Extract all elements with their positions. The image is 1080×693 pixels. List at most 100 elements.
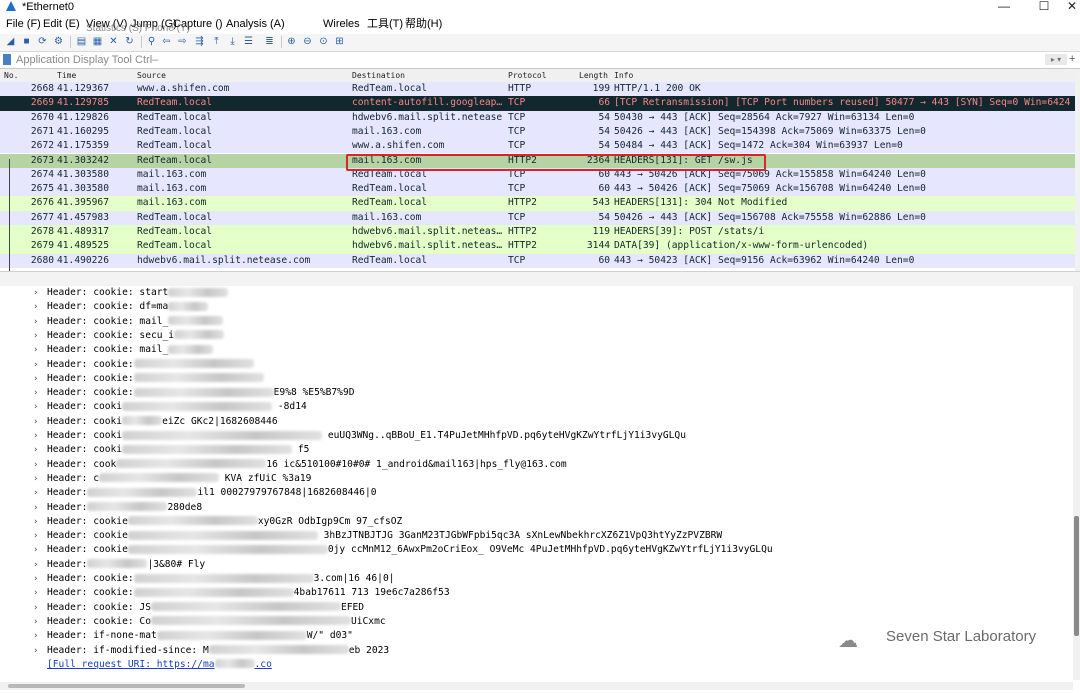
detail-vertical-scrollbar[interactable] [1073, 286, 1080, 680]
packet-row[interactable]: 2678 41.489317 RedTeam.local hdwebv6.mail.s… [0, 225, 1075, 240]
expand-arrow-icon[interactable]: › [33, 543, 38, 557]
reload-file-icon[interactable]: ↻ [124, 36, 135, 47]
column-info[interactable]: Info [614, 70, 633, 81]
packet-cell-dst: RedTeam.local [352, 197, 428, 209]
resize-columns-icon[interactable]: ⊞ [334, 36, 345, 47]
detail-horizontal-scrollbar[interactable] [0, 682, 1073, 690]
menu-wireless[interactable]: Wireles [323, 17, 360, 31]
expand-arrow-icon[interactable]: › [33, 629, 38, 643]
expand-arrow-icon[interactable]: › [33, 286, 38, 300]
column-destination[interactable]: Destination [352, 70, 405, 81]
expand-arrow-icon[interactable]: › [33, 558, 38, 572]
display-filter-input[interactable] [14, 53, 1042, 66]
expand-arrow-icon[interactable]: › [33, 400, 38, 414]
expand-arrow-icon[interactable]: › [33, 601, 38, 615]
packet-row[interactable]: 2671 41.160295 RedTeam.local mail.163.com TC… [0, 124, 1075, 140]
packet-cell-dst: hdwebv6.mail.split.neteas… [352, 226, 502, 237]
expand-arrow-icon[interactable]: › [33, 501, 38, 515]
column-no[interactable]: No. [4, 70, 18, 81]
column-source[interactable]: Source [137, 70, 166, 81]
expand-arrow-icon[interactable]: › [33, 343, 38, 357]
expand-arrow-icon[interactable]: › [33, 358, 38, 372]
maximize-button[interactable]: ☐ [1030, 0, 1058, 13]
expand-arrow-icon[interactable]: › [33, 529, 38, 543]
expand-arrow-icon[interactable]: › [33, 644, 38, 658]
expand-arrow-icon[interactable]: › [33, 386, 38, 400]
open-file-icon[interactable]: ▤ [76, 36, 87, 47]
restart-capture-icon[interactable]: ⟳ [37, 36, 48, 47]
column-length[interactable]: Length [579, 70, 608, 81]
packet-row[interactable]: 2668 41.129367 www.a.shifen.com RedTeam.loc… [0, 82, 1075, 97]
packet-row[interactable]: 2680 41.490226 hdwebv6.mail.split.netease.… [0, 253, 1075, 268]
go-to-packet-icon[interactable]: ⇶ [194, 36, 205, 47]
zoom-in-icon[interactable]: ⊕ [286, 36, 297, 47]
minimize-button[interactable]: — [990, 0, 1018, 13]
column-time[interactable]: Time [57, 70, 76, 81]
save-file-icon[interactable]: ▦ [92, 36, 103, 47]
menu-edit[interactable]: Edit (E) [43, 17, 80, 31]
menu-help[interactable]: 帮助(H) [405, 17, 442, 31]
last-packet-icon[interactable]: ⤓ [227, 36, 238, 47]
packet-cell-len: 3144 [586, 240, 610, 252]
normal-size-icon[interactable]: ⊙ [318, 36, 329, 47]
header-text-start: Header: cooki [47, 401, 123, 413]
start-capture-icon[interactable]: ◢ [5, 36, 16, 47]
expand-arrow-icon[interactable]: › [33, 443, 38, 457]
packet-cell-src: RedTeam.local [137, 125, 213, 137]
full-request-uri-link[interactable]: [Full request URI: https://ma .co [47, 658, 272, 672]
packet-row[interactable]: 2675 41.303580 mail.163.com RedTeam.local TC… [0, 182, 1075, 197]
redacted-blur [168, 301, 209, 311]
find-packet-icon[interactable]: ⚲ [146, 36, 157, 47]
stop-capture-icon[interactable]: ■ [21, 36, 32, 47]
expand-arrow-icon[interactable]: › [33, 429, 38, 443]
packet-cell-info: 443 → 50426 [ACK] Seq=75069 Ack=156708 W… [614, 183, 926, 195]
packet-row[interactable]: 2676 41.395967 mail.163.com RedTeam.local HT… [0, 196, 1075, 211]
go-forward-icon[interactable]: ⇨ [177, 36, 188, 47]
menu-file[interactable]: File (F) [6, 17, 41, 31]
column-protocol[interactable]: Protocol [508, 70, 547, 81]
bookmark-icon[interactable] [3, 54, 11, 65]
expand-arrow-icon[interactable]: › [33, 372, 38, 386]
zoom-out-icon[interactable]: ⊖ [302, 36, 313, 47]
packet-row[interactable]: 2669 41.129785 RedTeam.local content-autofi… [0, 96, 1075, 111]
expand-arrow-icon[interactable]: › [33, 515, 38, 529]
packet-cell-time: 41.129367 [57, 83, 109, 94]
header-text-end: 0jy ccMnM12_6AwxPm2oCriEox_ O9VeMc 4PuJe… [327, 544, 773, 556]
pane-splitter[interactable] [0, 271, 1080, 287]
expand-arrow-icon[interactable]: › [33, 586, 38, 600]
expand-arrow-icon[interactable]: › [33, 300, 38, 314]
expand-arrow-icon[interactable]: › [33, 615, 38, 629]
colorize-icon[interactable]: ≣ [264, 36, 275, 47]
packet-cell-time: 41.160295 [57, 125, 109, 137]
packet-detail-pane[interactable]: › Header: cookie: start › Header: cookie: d… [0, 286, 1080, 686]
packet-row[interactable]: 2677 41.457983 RedTeam.local mail.163.com TC… [0, 210, 1075, 225]
packet-row[interactable]: 2670 41.129826 RedTeam.local hdwebv6.mail.s… [0, 110, 1075, 125]
packet-cell-time: 41.303580 [57, 183, 109, 195]
filter-dropdown-icon[interactable]: ▸ ▾ [1045, 54, 1067, 65]
packet-cell-info: 50430 → 443 [ACK] Seq=28564 Ack=7927 Win… [614, 111, 915, 123]
header-text-end: -8d14 [272, 401, 307, 413]
expand-arrow-icon[interactable]: › [33, 486, 38, 500]
scrollbar-thumb[interactable] [1074, 516, 1079, 636]
auto-scroll-icon[interactable]: ☰ [243, 36, 254, 47]
menu-analysis[interactable]: Analysis (A) [226, 17, 285, 31]
expand-arrow-icon[interactable]: › [33, 329, 38, 343]
close-button[interactable]: ✕ [1064, 0, 1080, 13]
close-file-icon[interactable]: ✕ [108, 36, 119, 47]
expand-arrow-icon[interactable]: › [33, 458, 38, 472]
go-back-icon[interactable]: ⇦ [161, 36, 172, 47]
first-packet-icon[interactable]: ⤒ [211, 36, 222, 47]
expand-arrow-icon[interactable]: › [33, 472, 38, 486]
expand-arrow-icon[interactable]: › [33, 315, 38, 329]
packet-row[interactable]: 2672 41.175359 RedTeam.local www.a.shifen.c… [0, 139, 1075, 154]
expand-arrow-icon[interactable]: › [33, 572, 38, 586]
packet-list-scrollbar[interactable] [1075, 69, 1080, 271]
packet-cell-dst: hdwebv6.mail.split.netease… [352, 111, 502, 123]
packet-row[interactable]: 2679 41.489525 RedTeam.local hdwebv6.mail.s… [0, 239, 1075, 254]
expand-arrow-icon[interactable]: › [33, 415, 38, 429]
menu-tools[interactable]: 工具(T) [367, 17, 403, 31]
scrollbar-thumb[interactable] [8, 684, 245, 688]
packet-cell-time: 41.489525 [57, 240, 109, 252]
capture-options-icon[interactable]: ⚙ [53, 36, 64, 47]
add-filter-button-icon[interactable]: + [1069, 53, 1075, 65]
